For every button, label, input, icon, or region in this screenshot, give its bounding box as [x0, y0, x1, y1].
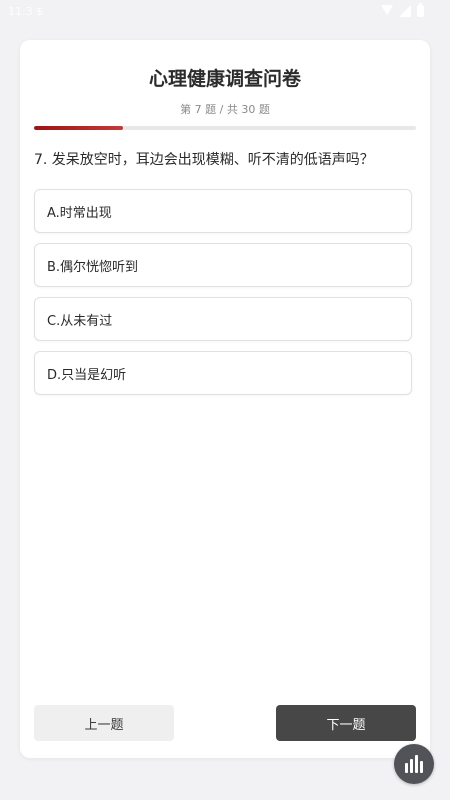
- option-b[interactable]: B.偶尔恍惚听到: [34, 243, 412, 287]
- survey-title: 心理健康调查问卷: [148, 68, 301, 90]
- status-icons: [381, 3, 424, 17]
- options-list: A.时常出现 B.偶尔恍惚听到 C.从未有过 D.只当是幻听: [34, 189, 412, 405]
- status-bar: 11:3 $: [0, 0, 450, 24]
- progress-fill: [34, 126, 123, 130]
- option-a[interactable]: A.时常出现: [34, 189, 412, 233]
- status-time: 11:3 $: [8, 5, 44, 18]
- battery-icon: [417, 3, 424, 17]
- question-counter: 第 7 题 / 共 30 题: [180, 103, 270, 116]
- option-d[interactable]: D.只当是幻听: [34, 351, 412, 395]
- signal-icon: [399, 5, 411, 17]
- prev-button[interactable]: 上一题: [34, 705, 174, 741]
- question-text: 7. 发呆放空时，耳边会出现模糊、听不清的低语声吗？: [34, 152, 374, 168]
- option-c[interactable]: C.从未有过: [34, 297, 412, 341]
- next-button[interactable]: 下一题: [276, 705, 416, 741]
- progress-bar: [34, 126, 416, 130]
- wifi-icon: [381, 5, 393, 17]
- survey-card: 心理健康调查问卷 第 7 题 / 共 30 题 7. 发呆放空时，耳边会出现模糊…: [20, 40, 430, 758]
- bar-chart-icon: [405, 755, 423, 773]
- stats-fab-button[interactable]: [394, 744, 434, 784]
